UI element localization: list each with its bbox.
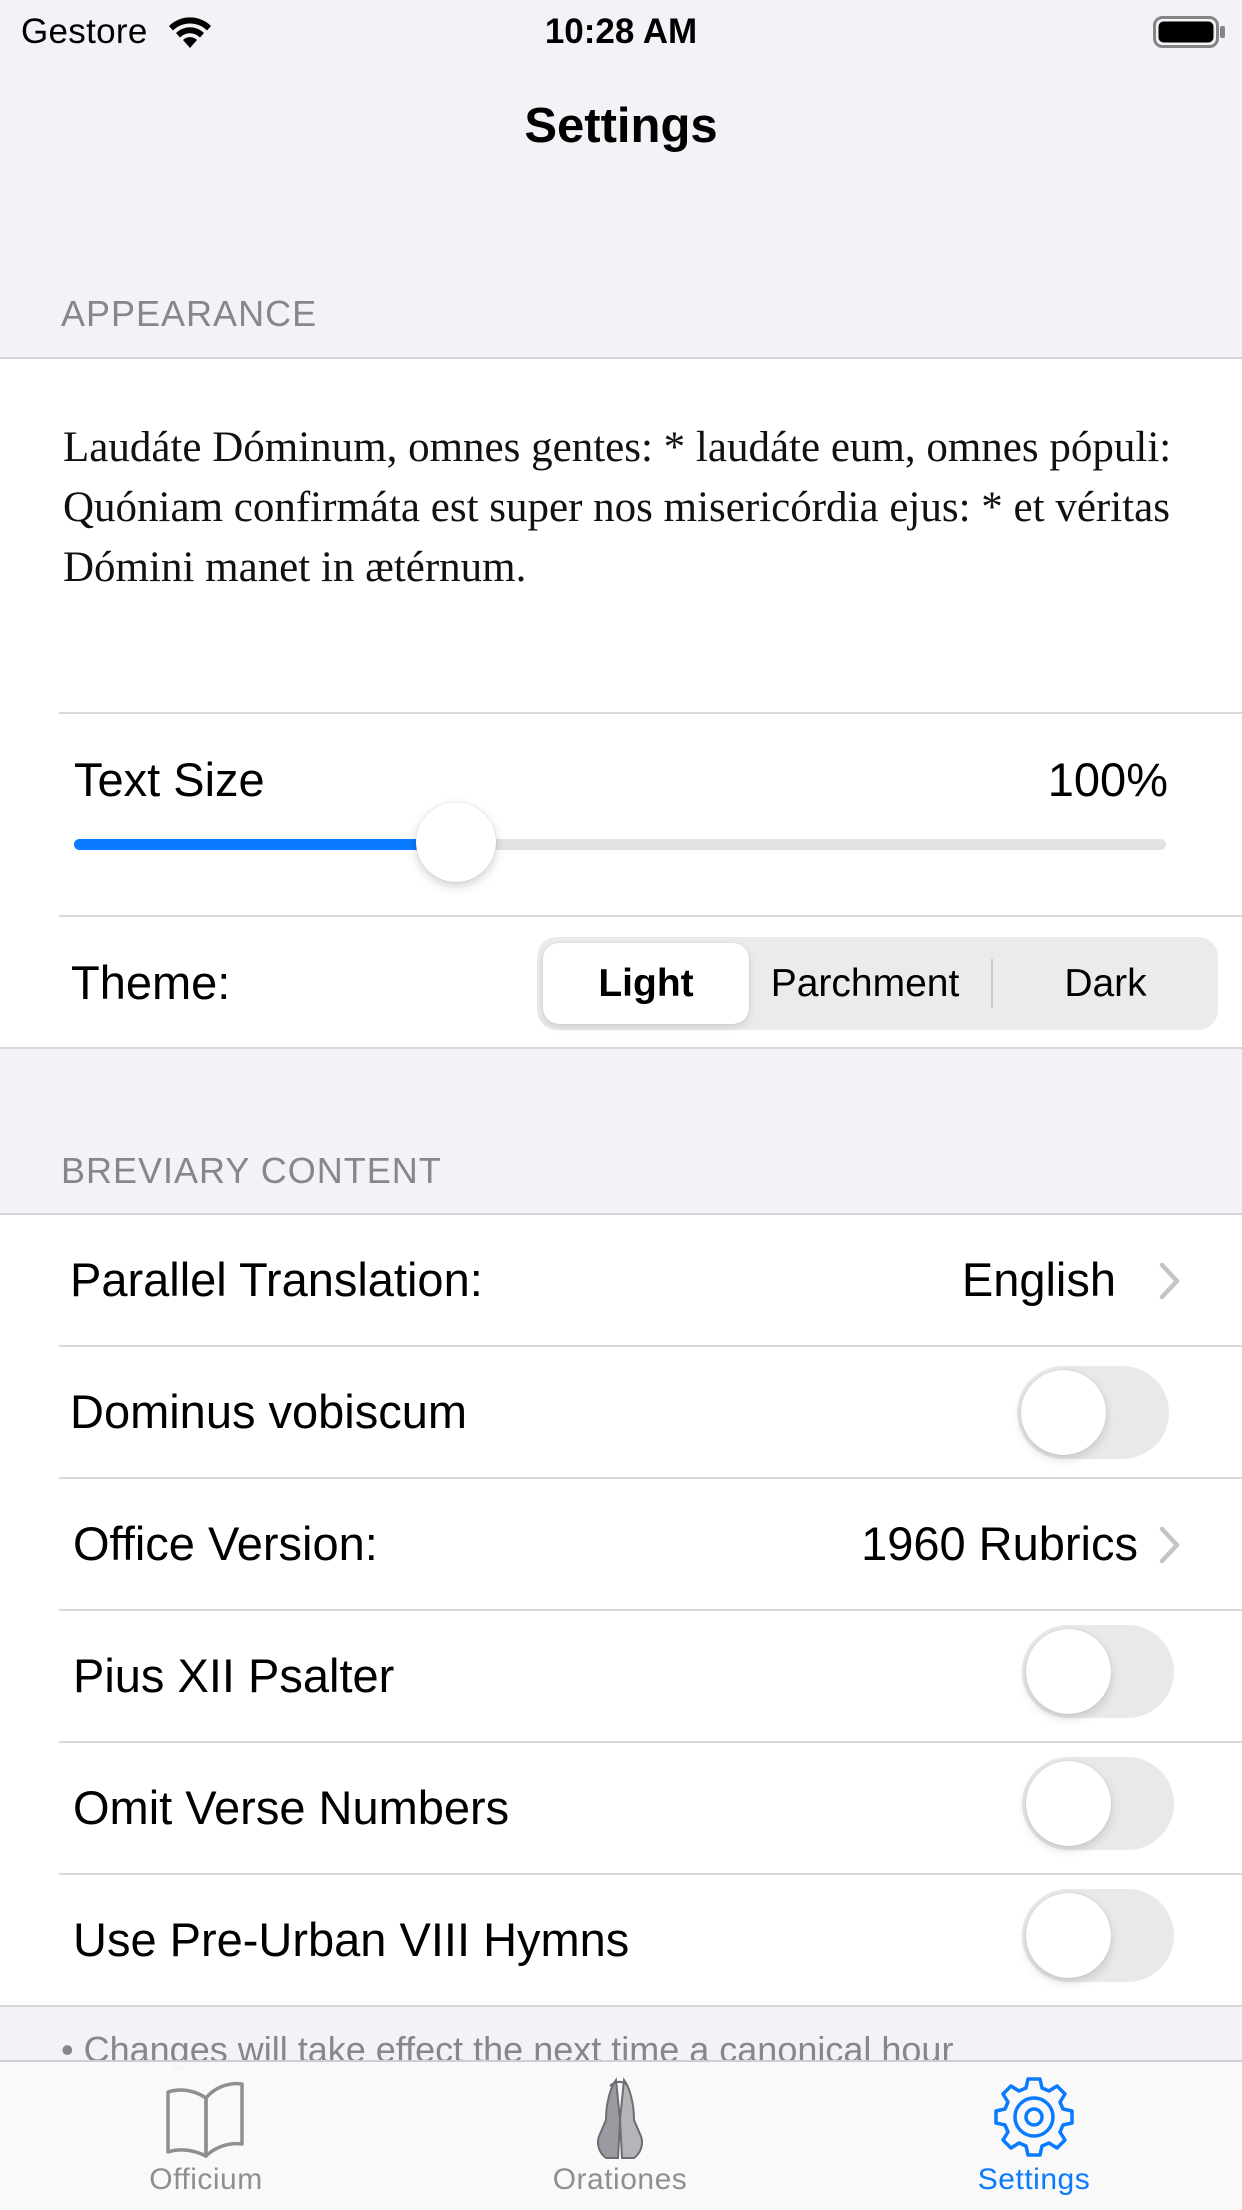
tab-label-orationes: Orationes: [552, 2163, 688, 2196]
toggle-knob: [1026, 1761, 1111, 1846]
office-version-label: Office Version:: [73, 1517, 378, 1570]
status-time: 10:28 AM: [544, 12, 698, 51]
dominus-vobiscum-label: Dominus vobiscum: [70, 1385, 468, 1438]
praying-hands-icon: [597, 2077, 643, 2159]
appearance-section-header: APPEARANCE: [61, 293, 318, 334]
parallel-translation-value: English: [961, 1253, 1116, 1306]
pius-psalter-label: Pius XII Psalter: [73, 1649, 395, 1702]
toggle-knob: [1026, 1893, 1111, 1978]
tab-label-officium: Officium: [149, 2163, 263, 2196]
dominus-vobiscum-toggle[interactable]: [1017, 1366, 1169, 1459]
pre-urban-hymns-row: Use Pre-Urban VIII Hymns: [0, 1875, 1242, 2005]
preview-line: Laudáte Dóminum, omnes gentes: * laudáte…: [63, 424, 1172, 471]
dominus-vobiscum-row: Dominus vobiscum: [0, 1347, 1242, 1477]
tab-settings[interactable]: Settings: [884, 2062, 1184, 2210]
omit-verse-numbers-label: Omit Verse Numbers: [73, 1781, 510, 1834]
pre-urban-hymns-toggle[interactable]: [1022, 1889, 1174, 1982]
office-version-value: 1960 Rubrics: [861, 1517, 1138, 1570]
tab-officium[interactable]: Officium: [56, 2062, 356, 2210]
omit-verse-numbers-row: Omit Verse Numbers: [0, 1743, 1242, 1873]
chevron-right-icon: [1159, 1526, 1180, 1564]
preview-line: Quóniam confirmáta est super nos miseric…: [63, 484, 1181, 591]
tab-label-settings: Settings: [977, 2163, 1091, 2196]
text-size-label: Text Size: [74, 753, 265, 806]
tab-bar: Officium Orationes Settings: [0, 2060, 1242, 2210]
divider: [59, 915, 1242, 917]
toggle-knob: [1026, 1629, 1111, 1714]
theme-option-light[interactable]: Light: [543, 943, 749, 1024]
parallel-translation-row[interactable]: Parallel Translation: English: [0, 1215, 1242, 1345]
text-size-slider-thumb[interactable]: [416, 802, 497, 882]
theme-option-dark[interactable]: Dark: [993, 937, 1218, 1030]
theme-segmented-control[interactable]: Light Parchment Dark: [537, 937, 1218, 1030]
toggle-knob: [1021, 1370, 1106, 1455]
breviary-section-header: BREVIARY CONTENT: [61, 1150, 442, 1191]
page-title: Settings: [524, 99, 718, 153]
tab-orationes[interactable]: Orationes: [470, 2062, 770, 2210]
divider: [59, 712, 1242, 714]
omit-verse-numbers-toggle[interactable]: [1022, 1757, 1174, 1850]
theme-label: Theme:: [71, 956, 231, 1009]
parallel-translation-label: Parallel Translation:: [70, 1253, 483, 1306]
text-preview: Laudáte Dóminum, omnes gentes: * laudáte…: [63, 418, 1193, 598]
pre-urban-hymns-label: Use Pre-Urban VIII Hymns: [73, 1913, 630, 1966]
theme-option-parchment[interactable]: Parchment: [749, 937, 981, 1030]
chevron-right-icon: [1159, 1262, 1180, 1300]
gear-icon: [994, 2077, 1074, 2157]
battery-icon: [1153, 16, 1225, 48]
pius-psalter-toggle[interactable]: [1022, 1625, 1174, 1718]
pius-psalter-row: Pius XII Psalter: [0, 1611, 1242, 1741]
text-size-slider-fill: [74, 839, 457, 850]
book-icon: [166, 2081, 244, 2158]
office-version-row[interactable]: Office Version: 1960 Rubrics: [0, 1479, 1242, 1609]
text-size-value: 100%: [1047, 753, 1168, 806]
